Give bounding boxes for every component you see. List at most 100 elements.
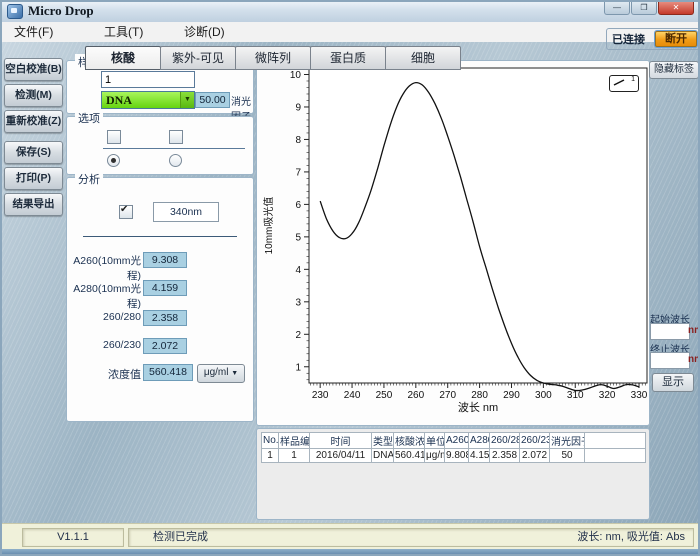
svg-text:波长 nm: 波长 nm [458, 401, 498, 414]
disconnect-button[interactable]: 断开 [655, 31, 697, 47]
col-unit[interactable]: 单位 [425, 433, 445, 449]
col-no[interactable]: No. [262, 433, 279, 449]
options-divider [103, 148, 245, 149]
svg-text:8: 8 [295, 135, 301, 146]
analysis-wavelength-input[interactable] [153, 202, 219, 222]
svg-text:330: 330 [631, 390, 648, 401]
ratio-260-280-value: 2.358 [143, 310, 187, 326]
svg-text:290: 290 [503, 390, 520, 401]
table-row[interactable]: 1 1 2016/04/11 DNA 560.418 μg/ml 9.808 4… [262, 449, 646, 463]
sample-type-dropdown[interactable]: DNA ▼ [101, 91, 195, 109]
svg-text:310: 310 [567, 390, 584, 401]
app-icon [7, 4, 23, 19]
col-260-280[interactable]: 260/280 [490, 433, 520, 449]
svg-text:4: 4 [295, 265, 301, 276]
tab-microarray[interactable]: 微阵列 [235, 46, 311, 70]
save-button[interactable]: 保存(S) [4, 141, 63, 164]
window-controls: — ❒ ✕ [603, 0, 694, 15]
minimize-button[interactable]: — [604, 0, 630, 15]
svg-text:2: 2 [295, 330, 301, 341]
start-wavelength-unit: nm [688, 325, 700, 336]
analysis-group: 分析 A260(10mm光程) 9.308 A280(10mm光程) 4.159… [66, 177, 254, 422]
cell-260-280: 2.358 [490, 449, 520, 463]
analysis-wavelength-checkbox[interactable] [119, 205, 133, 219]
analysis-title: 分析 [75, 171, 103, 187]
title-bar[interactable]: Micro Drop — ❒ ✕ [0, 0, 700, 23]
a260-row: A260(10mm光程) 9.308 [67, 252, 253, 268]
blank-calibration-button[interactable]: 空白校准(B) [4, 58, 63, 81]
col-a280[interactable]: A280 [469, 433, 490, 449]
show-button[interactable]: 显示 [652, 373, 694, 392]
results-table: No. 样品编号 时间 类型 核酸浓度 单位 A260 A280 260/280… [261, 432, 646, 463]
col-time[interactable]: 时间 [310, 433, 372, 449]
export-results-button[interactable]: 结果导出 [4, 193, 63, 216]
col-a260[interactable]: A260 [445, 433, 469, 449]
svg-text:230: 230 [312, 390, 329, 401]
tab-cell[interactable]: 细胞 [385, 46, 461, 70]
col-extinction[interactable]: 消光因子 [550, 433, 585, 449]
close-button[interactable]: ✕ [658, 0, 694, 15]
spectrum-chart-panel: 2302402502602702802903003103203301234567… [256, 60, 650, 426]
col-type[interactable]: 类型 [372, 433, 394, 449]
col-filler [585, 433, 646, 449]
tab-nucleic-acid[interactable]: 核酸 [85, 46, 161, 70]
print-button[interactable]: 打印(P) [4, 167, 63, 190]
option-radio-2[interactable] [169, 154, 182, 167]
a260-value: 9.308 [143, 252, 187, 268]
options-title: 选项 [75, 110, 103, 126]
option-checkbox-1[interactable] [107, 130, 121, 144]
svg-text:10mm吸光值: 10mm吸光值 [262, 197, 275, 255]
wavelength-absorbance-readout: 波长: nm, 吸光值: Abs [577, 529, 685, 546]
a260-label: A260(10mm光程) [67, 253, 141, 283]
option-checkbox-2[interactable] [169, 130, 183, 144]
legend-series-badge: 1 [631, 76, 635, 83]
start-wavelength-input[interactable] [650, 323, 690, 340]
cell-a260: 9.808 [445, 449, 469, 463]
recalibrate-button[interactable]: 重新校准(Z) [4, 110, 63, 133]
col-260-230[interactable]: 260/230 [520, 433, 550, 449]
svg-text:1: 1 [295, 362, 301, 373]
cell-unit: μg/ml [425, 449, 445, 463]
cell-time: 2016/04/11 [310, 449, 372, 463]
cell-a280: 4.159 [469, 449, 490, 463]
end-wavelength-input[interactable] [650, 352, 690, 369]
end-wavelength-unit: nm [688, 354, 700, 365]
tab-protein[interactable]: 蛋白质 [310, 46, 386, 70]
spectrum-chart: 2302402502602702802903003103203301234567… [258, 62, 648, 424]
concentration-label: 浓度值 [67, 366, 141, 382]
col-concentration[interactable]: 核酸浓度 [394, 433, 425, 449]
results-table-panel: No. 样品编号 时间 类型 核酸浓度 单位 A260 A280 260/280… [256, 428, 650, 520]
svg-text:10: 10 [290, 70, 302, 81]
concentration-unit-dropdown[interactable]: μg/ml ▼ [197, 364, 245, 383]
legend-button[interactable]: 1 [609, 75, 639, 92]
cell-extinction: 50 [550, 449, 585, 463]
col-sample-id[interactable]: 样品编号 [279, 433, 310, 449]
tab-uv-vis[interactable]: 紫外-可见 [160, 46, 236, 70]
connection-status: 已连接 [612, 31, 645, 47]
a280-value: 4.159 [143, 280, 187, 296]
svg-text:7: 7 [295, 167, 301, 178]
svg-text:240: 240 [344, 390, 361, 401]
maximize-button[interactable]: ❒ [631, 0, 657, 15]
menu-diagnostics[interactable]: 诊断(D) [178, 24, 231, 40]
measure-button[interactable]: 检测(M) [4, 84, 63, 107]
menu-file[interactable]: 文件(F) [8, 24, 59, 40]
cell-concentration: 560.418 [394, 449, 425, 463]
hide-labels-button[interactable]: 隐藏标签 [649, 61, 699, 79]
close-icon: ✕ [673, 3, 680, 12]
menu-tools[interactable]: 工具(T) [98, 24, 149, 40]
version-label: V1.1.1 [22, 528, 124, 547]
status-message-box: 检测已完成 波长: nm, 吸光值: Abs [128, 528, 694, 547]
cell-filler [585, 449, 646, 463]
menu-bar: 文件(F) 工具(T) 诊断(D) [2, 22, 698, 43]
concentration-unit-value: μg/ml [204, 367, 229, 378]
ratio-260-280-label: 260/280 [67, 311, 141, 323]
svg-text:260: 260 [407, 390, 424, 401]
svg-text:9: 9 [295, 102, 301, 113]
options-group: 选项 [66, 116, 254, 175]
cell-sample-id: 1 [279, 449, 310, 463]
sample-id-input[interactable] [101, 71, 195, 88]
option-radio-1[interactable] [107, 154, 120, 167]
connection-group: 已连接 断开 [606, 28, 700, 50]
svg-text:280: 280 [471, 390, 488, 401]
